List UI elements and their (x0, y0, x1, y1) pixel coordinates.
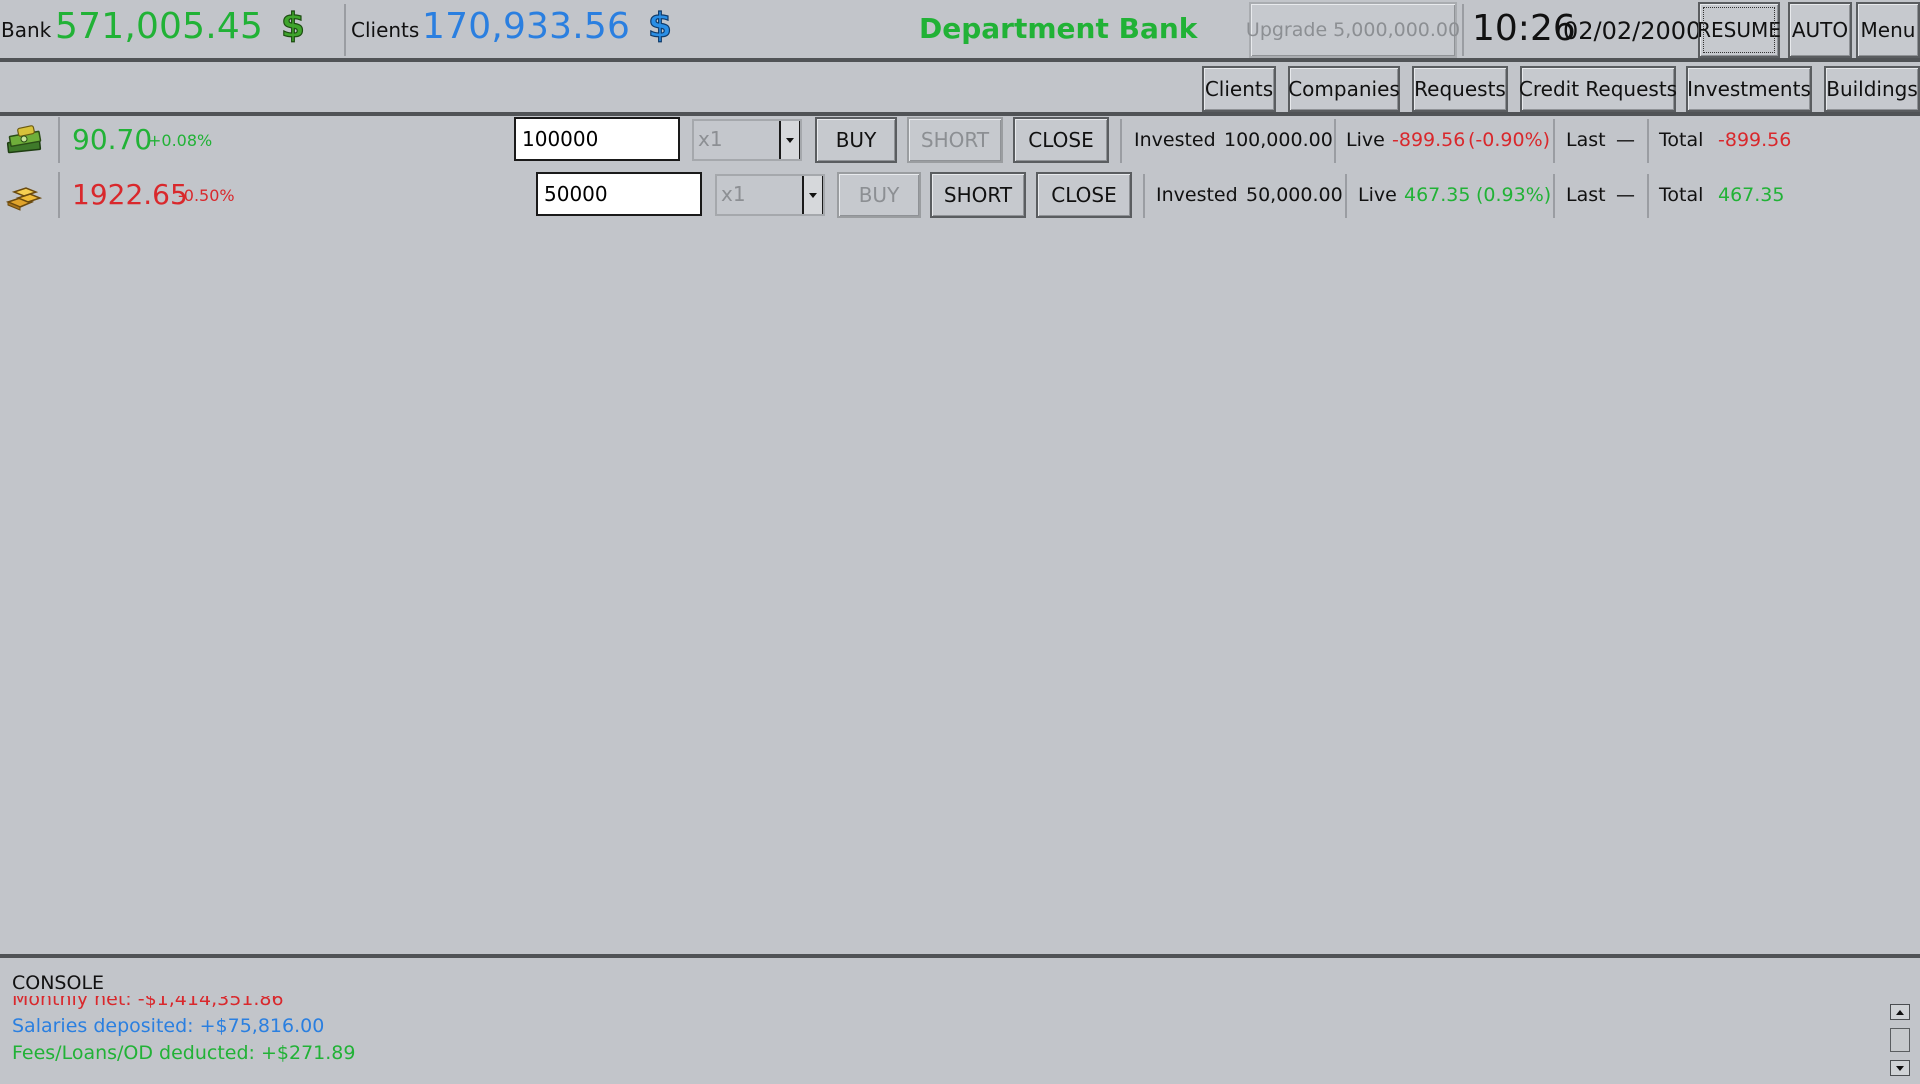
resume-button[interactable]: RESUME (1697, 2, 1781, 58)
live-percent: (0.93%) (1476, 184, 1552, 206)
clock-date: 02/02/2000 (1563, 17, 1702, 45)
last-value: — (1616, 129, 1635, 151)
asset-price: 1922.65 (72, 178, 188, 211)
last-label: Last (1566, 129, 1606, 151)
divider (1143, 174, 1145, 218)
divider (1345, 174, 1347, 218)
svg-text:$: $ (648, 8, 672, 44)
divider (1553, 174, 1555, 218)
clients-balance: 170,933.56 (422, 6, 631, 47)
divider (58, 172, 60, 218)
divider (1120, 119, 1122, 163)
upgrade-button[interactable]: Upgrade 5,000,000.00 (1246, 2, 1460, 58)
tab-requests[interactable]: Requests (1412, 66, 1508, 112)
scroll-thumb[interactable] (1890, 1028, 1910, 1052)
tab-companies[interactable]: Companies (1288, 66, 1400, 112)
live-label: Live (1346, 129, 1385, 151)
short-button[interactable]: SHORT (930, 172, 1026, 218)
invested-label: Invested (1134, 129, 1216, 151)
console-title: CONSOLE (12, 972, 105, 994)
console-scrollbar[interactable] (1890, 1004, 1910, 1076)
short-button[interactable]: SHORT (907, 117, 1003, 163)
log-line: Salaries deposited: +$75,816.00 (12, 1015, 325, 1037)
quantity-input[interactable] (514, 117, 680, 161)
live-value: 467.35 (1404, 184, 1471, 206)
bank-balance: 571,005.45 (55, 6, 264, 47)
price-change: -0.50% (178, 186, 235, 205)
bank-label: Bank (1, 18, 52, 42)
total-value: -899.56 (1718, 129, 1792, 151)
clock-time: 10:26 (1472, 8, 1576, 49)
total-value: 467.35 (1718, 184, 1785, 206)
chevron-down-icon[interactable] (779, 121, 800, 159)
console-panel: CONSOLE Monthly net: -$1,414,351.86 Sala… (0, 954, 1920, 1084)
price-change: +0.08% (148, 131, 213, 150)
multiplier-value: x1 (721, 182, 746, 206)
tab-clients[interactable]: Clients (1202, 66, 1276, 112)
clients-dollar-icon: $ (648, 8, 673, 44)
multiplier-select[interactable]: x1 (692, 119, 802, 161)
clients-label: Clients (351, 18, 420, 42)
live-label: Live (1358, 184, 1397, 206)
scroll-down-icon[interactable] (1890, 1060, 1910, 1076)
multiplier-select[interactable]: x1 (715, 174, 825, 216)
tab-bar: Clients Companies Requests Credit Reques… (0, 62, 1920, 116)
tab-investments[interactable]: Investments (1686, 66, 1812, 112)
divider (58, 117, 60, 163)
buy-button[interactable]: BUY (815, 117, 897, 163)
divider (344, 4, 346, 56)
last-label: Last (1566, 184, 1606, 206)
quantity-input[interactable] (536, 172, 702, 216)
close-position-button[interactable]: CLOSE (1013, 117, 1109, 163)
invested-value: 100,000.00 (1224, 129, 1333, 151)
total-label: Total (1659, 184, 1704, 206)
divider (1647, 174, 1649, 218)
auto-button[interactable]: AUTO (1788, 2, 1852, 58)
buy-button[interactable]: BUY (837, 172, 921, 218)
top-bar: Bank 571,005.45 $ Clients 170,933.56 $ D… (0, 0, 1920, 62)
divider (1334, 119, 1336, 163)
tab-credit-requests[interactable]: Credit Requests (1519, 66, 1677, 112)
log-line: Monthly net: -$1,414,351.86 (12, 996, 284, 1010)
menu-button[interactable]: Menu (1856, 2, 1920, 58)
gold-bars-icon (5, 187, 43, 211)
invested-label: Invested (1156, 184, 1238, 206)
scroll-up-icon[interactable] (1890, 1004, 1910, 1020)
close-position-button[interactable]: CLOSE (1036, 172, 1132, 218)
multiplier-value: x1 (698, 127, 723, 151)
log-line: Fees/Loans/OD deducted: +$271.89 (12, 1042, 356, 1064)
live-percent: (-0.90%) (1468, 129, 1551, 151)
cash-stack-icon (6, 125, 42, 154)
last-value: — (1616, 184, 1635, 206)
divider (1647, 119, 1649, 163)
divider (1462, 4, 1464, 56)
divider (1553, 119, 1555, 163)
invested-value: 50,000.00 (1246, 184, 1343, 206)
investment-row: 90.70 +0.08% x1 BUY SHORT CLOSE Invested… (0, 113, 1920, 167)
chevron-down-icon[interactable] (802, 176, 823, 214)
total-label: Total (1659, 129, 1704, 151)
asset-price: 90.70 (72, 123, 153, 156)
investment-row: 1922.65 -0.50% x1 BUY SHORT CLOSE Invest… (0, 168, 1920, 222)
bank-title: Department Bank (919, 12, 1198, 45)
console-log[interactable]: Monthly net: -$1,414,351.86 Salaries dep… (12, 996, 1872, 1082)
live-value: -899.56 (1392, 129, 1466, 151)
svg-text:$: $ (281, 8, 305, 44)
tab-buildings[interactable]: Buildings (1824, 66, 1920, 112)
bank-dollar-icon: $ (281, 8, 306, 44)
